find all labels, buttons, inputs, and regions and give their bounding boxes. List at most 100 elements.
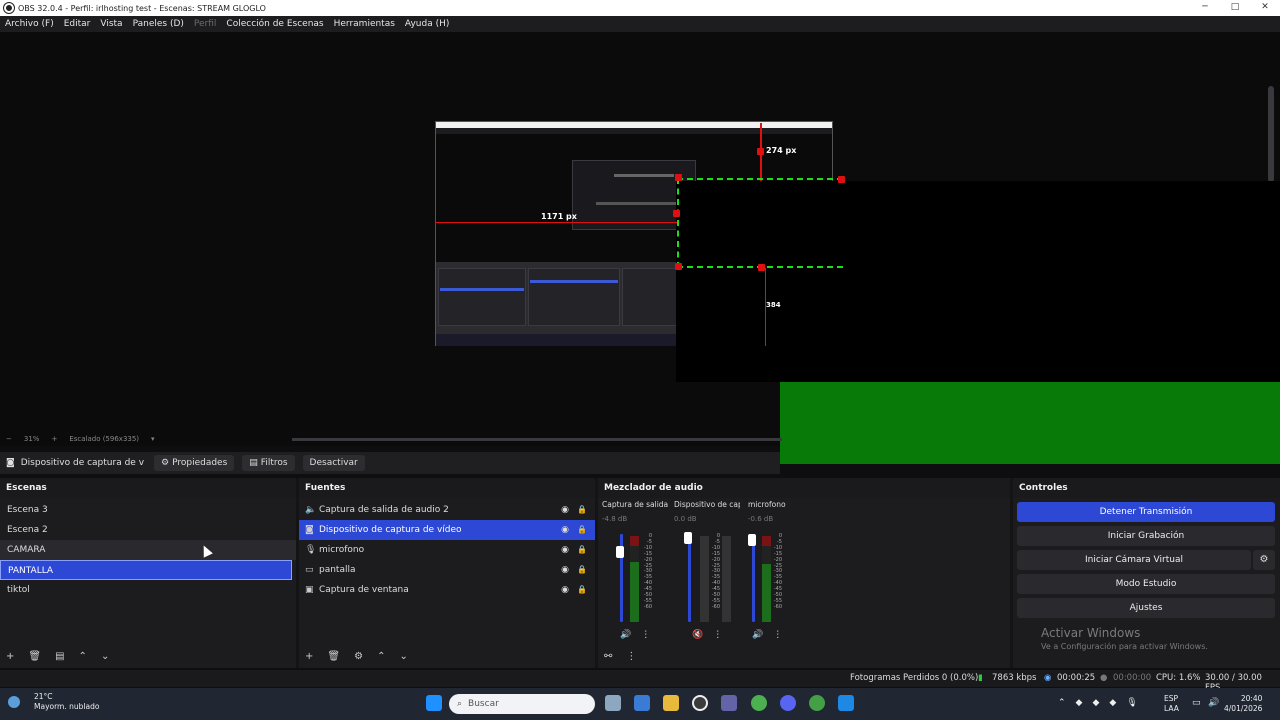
source-item-selected[interactable]: ◙ Dispositivo de captura de vídeo ◉ 🔒	[299, 520, 595, 540]
kebab-menu-icon[interactable]: ⋮	[773, 630, 782, 640]
volume-fader[interactable]	[688, 534, 691, 622]
resize-handle-left[interactable]	[673, 210, 680, 217]
lock-icon[interactable]: 🔒	[577, 560, 587, 580]
menu-archivo[interactable]: Archivo (F)	[0, 19, 59, 29]
preview-vertical-scrollbar[interactable]	[1268, 86, 1274, 182]
selection-outline[interactable]	[677, 178, 843, 268]
mixer-menu-icon[interactable]: ⋮	[626, 651, 636, 662]
lock-icon[interactable]: 🔒	[577, 540, 587, 560]
menu-ayuda[interactable]: Ayuda (H)	[400, 19, 454, 29]
start-recording-button[interactable]: Iniciar Grabación	[1017, 526, 1275, 546]
virtual-camera-settings-icon[interactable]: ⚙	[1253, 550, 1275, 570]
task-view-icon[interactable]	[605, 695, 621, 711]
fader-knob[interactable]	[684, 532, 692, 544]
move-up-icon[interactable]: ⌃	[377, 651, 385, 662]
eye-icon[interactable]: ◉	[561, 540, 569, 560]
speaker-icon[interactable]: 🔊	[752, 630, 763, 640]
source-item[interactable]: 🎙 microfono ◉ 🔒	[299, 540, 595, 560]
mic-icon: 🎙	[305, 545, 317, 555]
lock-icon[interactable]: 🔒	[577, 520, 587, 540]
zoom-in-icon[interactable]: +	[51, 435, 57, 443]
close-button[interactable]: ✕	[1250, 0, 1280, 16]
menu-editar[interactable]: Editar	[59, 19, 96, 29]
scene-item[interactable]: Escena 3	[0, 500, 296, 520]
chrome-icon[interactable]	[751, 695, 767, 711]
network-icon[interactable]: ▭	[1192, 698, 1201, 708]
source-item[interactable]: 🔈 Captura de salida de audio 2 ◉ 🔒	[299, 500, 595, 520]
lock-icon[interactable]: 🔒	[577, 500, 587, 520]
menu-perfil[interactable]: Perfil	[189, 19, 222, 29]
taskbar-clock[interactable]: 20:40 4/01/2026	[1224, 694, 1262, 714]
taskbar-search[interactable]: ⌕ Buscar	[449, 694, 595, 714]
tray-app-icon[interactable]: ◆	[1092, 698, 1099, 708]
browser-icon[interactable]	[809, 695, 825, 711]
menu-herramientas[interactable]: Herramientas	[329, 19, 400, 29]
window-title: OBS 32.0.4 - Perfil: irlhosting test - E…	[18, 3, 266, 13]
kebab-menu-icon[interactable]: ⋮	[713, 630, 722, 640]
virtual-camera-button[interactable]: Iniciar Cámara Virtual	[1017, 550, 1251, 570]
scale-dropdown-icon[interactable]: ▾	[151, 435, 155, 443]
teams-icon[interactable]	[721, 695, 737, 711]
deactivate-button[interactable]: Desactivar	[302, 455, 365, 471]
resize-handle-bottom-left[interactable]	[675, 263, 682, 270]
eye-icon[interactable]: ◉	[561, 560, 569, 580]
eye-icon[interactable]: ◉	[561, 580, 569, 600]
settings-button[interactable]: Ajustes	[1017, 598, 1275, 618]
language-indicator[interactable]: ESP LAA	[1164, 694, 1179, 714]
obs-taskbar-icon[interactable]	[692, 695, 708, 711]
scene-filters-icon[interactable]: ▤	[55, 651, 64, 662]
maximize-button[interactable]: □	[1220, 0, 1250, 16]
source-properties-icon[interactable]: ⚙	[354, 651, 363, 662]
tray-app-icon[interactable]: ◆	[1076, 698, 1083, 708]
volume-icon[interactable]: 🔊	[1208, 698, 1219, 708]
filters-button[interactable]: ▤ Filtros	[242, 455, 295, 471]
resize-handle-top-left[interactable]	[675, 174, 682, 181]
remove-source-icon[interactable]: 🗑	[327, 651, 340, 662]
menu-paneles[interactable]: Paneles (D)	[128, 19, 189, 29]
preview-horizontal-scrollbar[interactable]	[292, 438, 782, 441]
volume-fader[interactable]	[752, 534, 755, 622]
stream-icon: ◉	[1044, 673, 1052, 683]
store-icon[interactable]	[838, 695, 854, 711]
scene-item[interactable]: CAMARA	[0, 540, 296, 560]
windows-start-icon[interactable]	[426, 695, 442, 711]
file-explorer-icon[interactable]	[663, 695, 679, 711]
minimize-button[interactable]: ─	[1190, 0, 1220, 16]
lock-icon[interactable]: 🔒	[577, 580, 587, 600]
remove-scene-icon[interactable]: 🗑	[28, 651, 41, 662]
stop-stream-button[interactable]: Detener Transmisión	[1017, 502, 1275, 522]
properties-button[interactable]: ⚙ Propiedades	[154, 455, 235, 471]
mic-icon[interactable]: 🎙	[1126, 698, 1137, 708]
eye-icon[interactable]: ◉	[561, 520, 569, 540]
muted-speaker-icon[interactable]: 🔇	[692, 630, 703, 640]
tray-app-icon[interactable]: ◆	[1109, 698, 1116, 708]
fader-knob[interactable]	[616, 546, 624, 558]
scene-item-selected[interactable]: PANTALLA	[0, 560, 292, 580]
fader-knob[interactable]	[748, 534, 756, 546]
scene-item[interactable]: Escena 2	[0, 520, 296, 540]
copilot-icon[interactable]	[634, 695, 650, 711]
move-up-icon[interactable]: ⌃	[79, 651, 87, 662]
speaker-icon[interactable]: 🔊	[620, 630, 631, 640]
zoom-out-icon[interactable]: −	[6, 435, 12, 443]
resize-handle-bottom[interactable]	[758, 264, 765, 271]
weather-widget[interactable]: 21°C Mayorm. nublado	[18, 692, 99, 712]
menu-coleccion-escenas[interactable]: Colección de Escenas	[221, 19, 328, 29]
source-item[interactable]: ▣ Captura de ventana ◉ 🔒	[299, 580, 595, 600]
add-scene-icon[interactable]: +	[6, 651, 14, 662]
level-meter	[762, 536, 771, 622]
window-titlebar: OBS 32.0.4 - Perfil: irlhosting test - E…	[0, 0, 1280, 16]
studio-mode-button[interactable]: Modo Estudio	[1017, 574, 1275, 594]
chevron-up-icon[interactable]: ⌃	[1058, 698, 1066, 708]
resize-handle-top-right[interactable]	[838, 176, 845, 183]
menu-vista[interactable]: Vista	[95, 19, 127, 29]
kebab-menu-icon[interactable]: ⋮	[641, 630, 650, 640]
move-down-icon[interactable]: ⌄	[101, 651, 109, 662]
discord-icon[interactable]	[780, 695, 796, 711]
source-item[interactable]: ▭ pantalla ◉ 🔒	[299, 560, 595, 580]
move-down-icon[interactable]: ⌄	[399, 651, 407, 662]
eye-icon[interactable]: ◉	[561, 500, 569, 520]
add-source-icon[interactable]: +	[305, 651, 313, 662]
advanced-audio-icon[interactable]: ⚯	[604, 651, 612, 662]
scene-item[interactable]: tiktol	[0, 580, 296, 600]
